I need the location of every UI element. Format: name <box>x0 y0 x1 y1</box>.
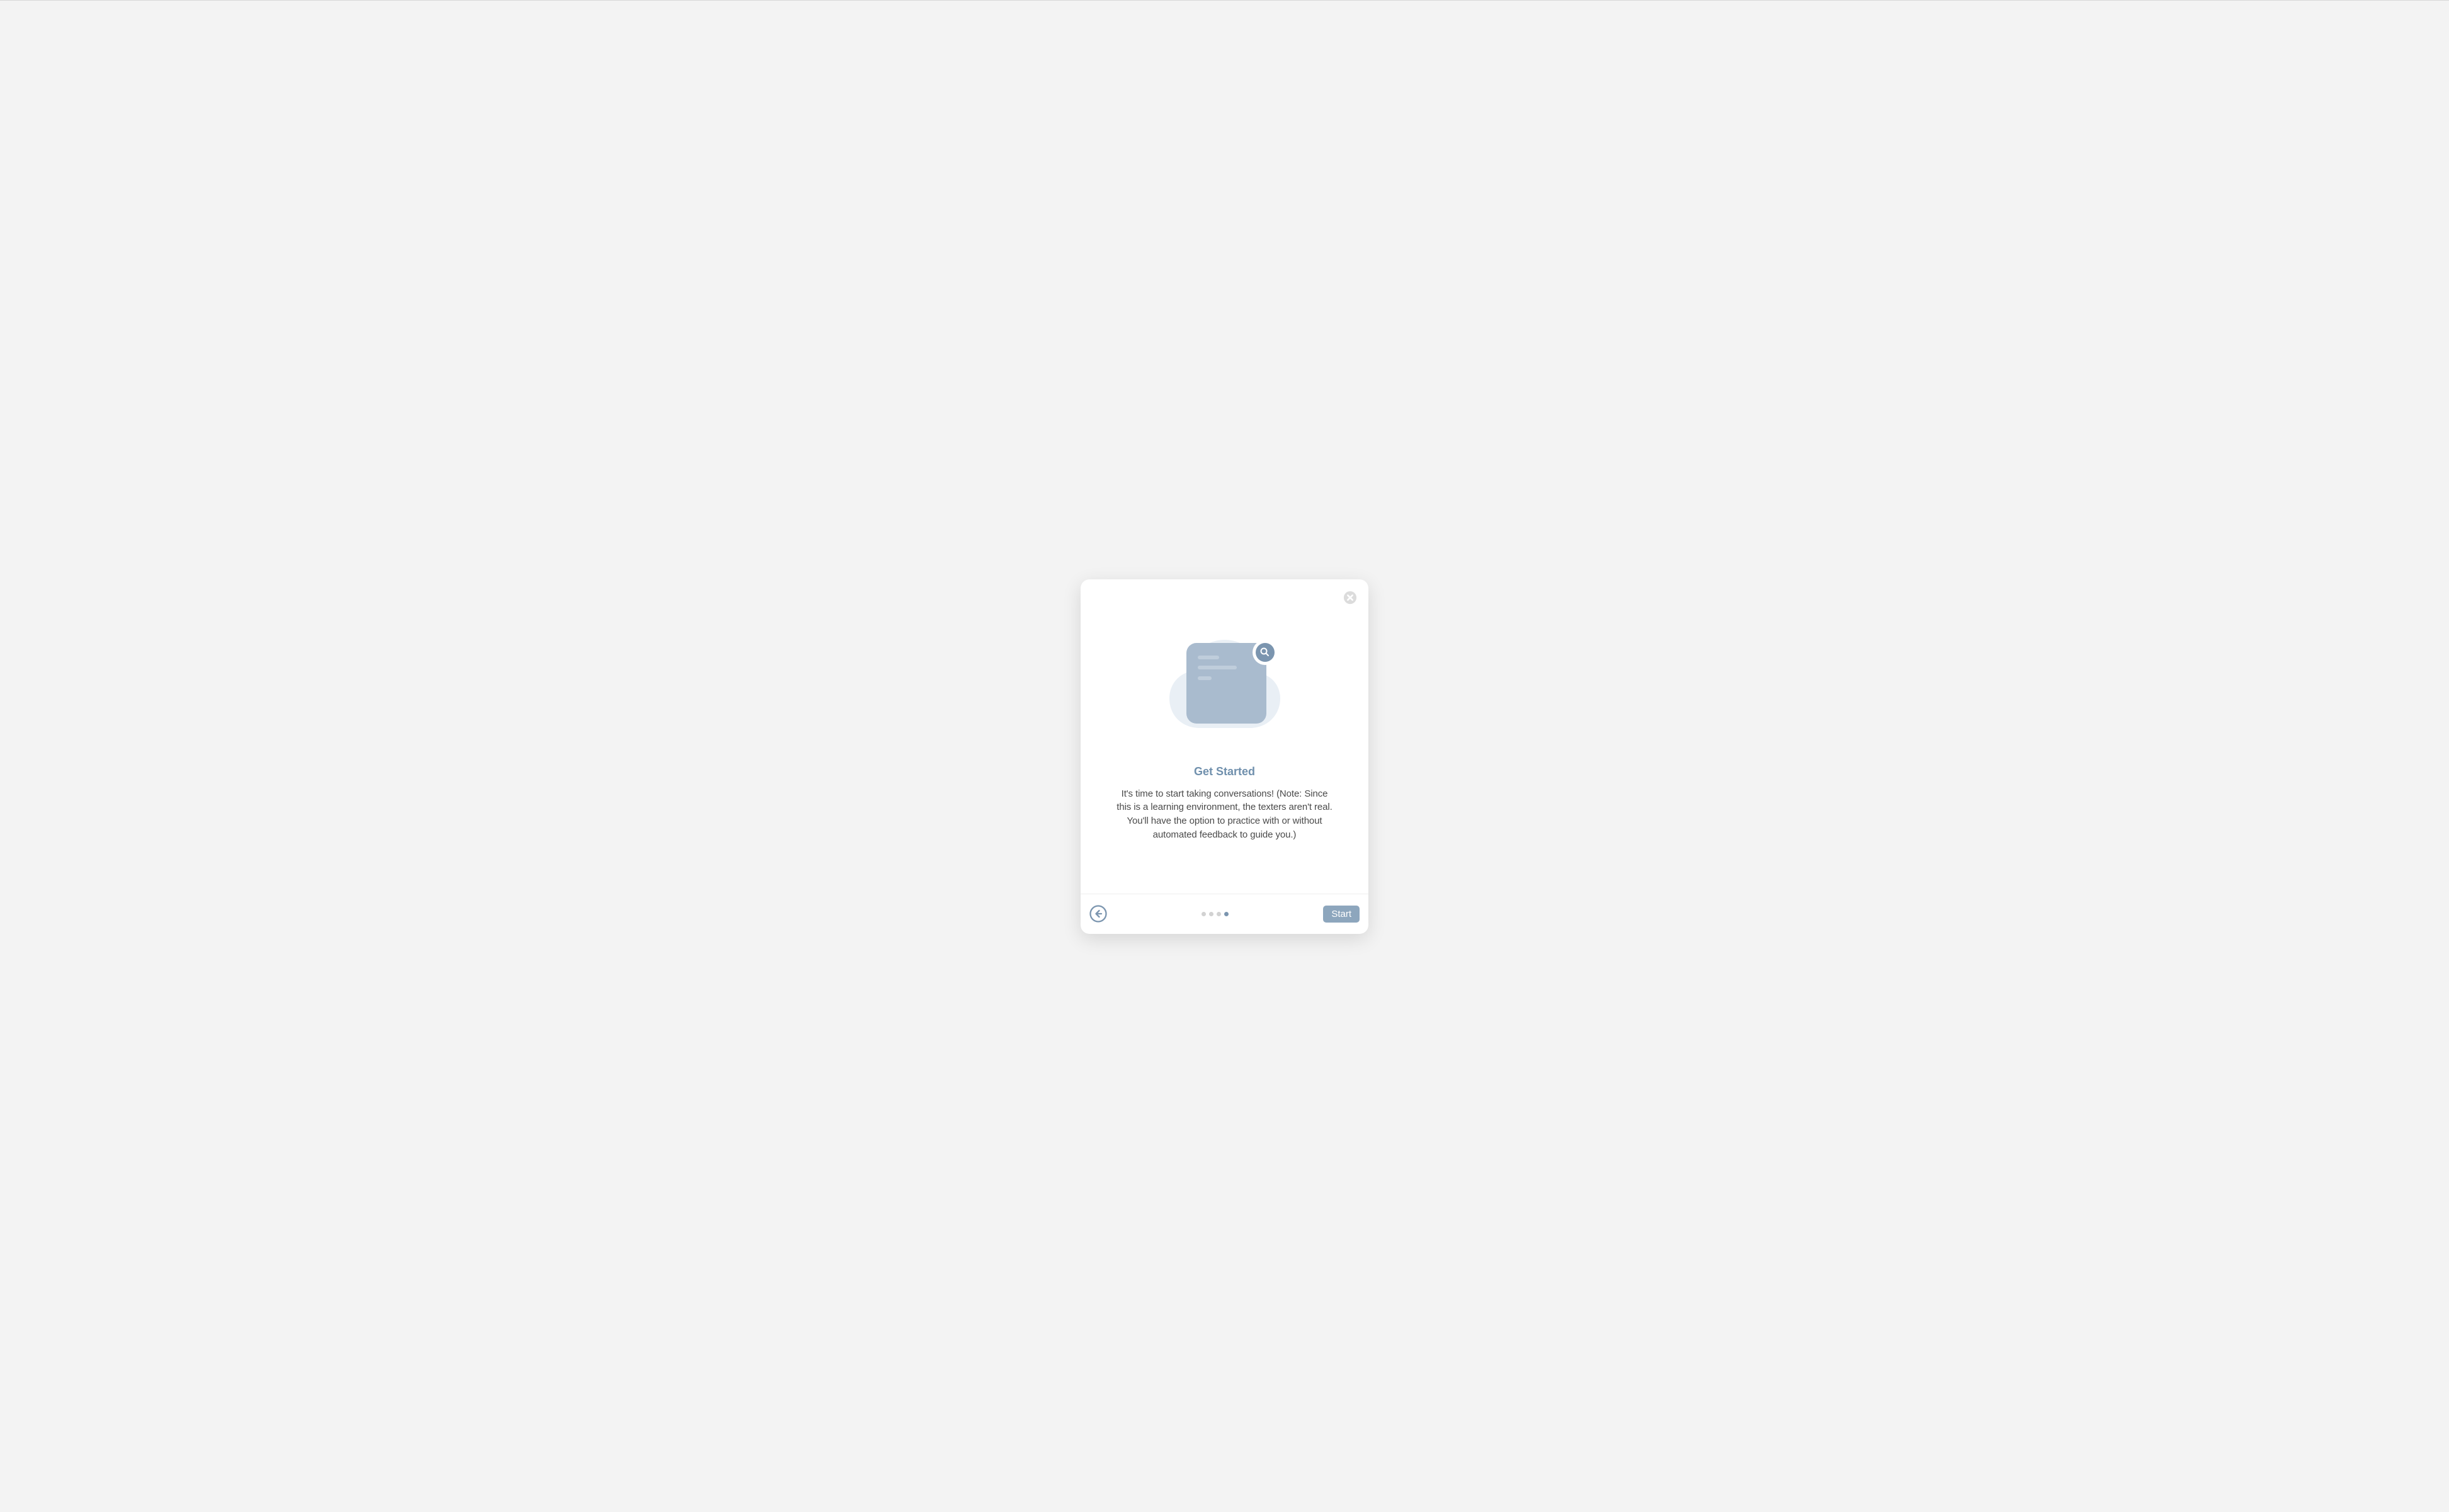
search-badge-inner <box>1256 643 1275 662</box>
get-started-illustration <box>1168 635 1281 732</box>
search-badge <box>1253 640 1278 665</box>
note-line <box>1198 656 1219 659</box>
onboarding-modal: Get Started It's time to start taking co… <box>1081 579 1368 934</box>
modal-footer: Start <box>1081 894 1368 934</box>
pagination-dot-1[interactable] <box>1202 912 1206 916</box>
note-line <box>1198 666 1237 669</box>
pagination-dot-3[interactable] <box>1217 912 1221 916</box>
pagination-dot-4[interactable] <box>1224 912 1229 916</box>
close-button[interactable] <box>1343 591 1357 605</box>
pagination-dot-2[interactable] <box>1209 912 1213 916</box>
close-icon <box>1343 591 1357 605</box>
modal-heading: Get Started <box>1194 765 1255 778</box>
pagination-dots <box>1202 912 1229 916</box>
start-button[interactable]: Start <box>1323 906 1360 923</box>
modal-body-text: It's time to start taking conversations!… <box>1081 787 1368 842</box>
note-line <box>1198 676 1212 680</box>
arrow-left-circle-icon <box>1089 905 1107 923</box>
modal-content: Get Started It's time to start taking co… <box>1081 579 1368 894</box>
search-icon <box>1260 647 1270 657</box>
back-button[interactable] <box>1089 905 1107 923</box>
